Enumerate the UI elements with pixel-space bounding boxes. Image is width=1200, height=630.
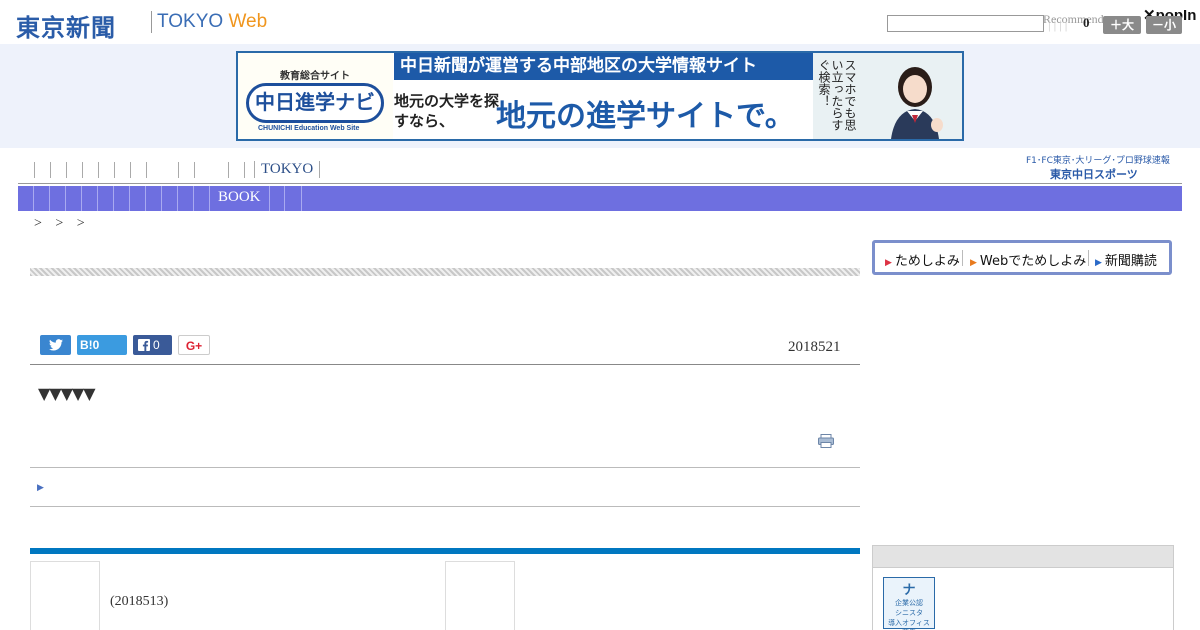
section-nav-item[interactable]: [177, 186, 178, 211]
twitter-icon: [48, 339, 63, 351]
related-article-thumbnail[interactable]: [30, 561, 100, 630]
trial-read-label: ためしよみ: [894, 254, 960, 269]
title-hatch-bar: [30, 268, 860, 276]
header-separators: ||||: [1048, 17, 1071, 32]
facebook-share-button[interactable]: 0: [133, 335, 172, 355]
divider: [30, 506, 860, 507]
category-nav-item[interactable]: [228, 162, 229, 178]
category-nav-item[interactable]: [98, 162, 99, 178]
blue-triangle-icon: ▶: [1095, 258, 1102, 268]
office-badge-mark: ナ: [902, 583, 916, 598]
office-badge-line3: 導入オフィス: [888, 619, 930, 627]
ad-headline: 中日新聞が運営する中部地区の大学情報サイト: [394, 53, 813, 80]
print-icon[interactable]: [818, 434, 834, 448]
ad-logo-area: 教育総合サイト 中日進学ナビ CHUNICHI Education Web Si…: [238, 53, 393, 139]
facebook-count: 0: [153, 338, 160, 352]
category-nav-item[interactable]: [244, 162, 245, 178]
section-nav-book[interactable]: BOOK: [218, 189, 261, 206]
section-nav-item[interactable]: [269, 186, 270, 211]
newspaper-subscribe-link[interactable]: ▶ 新聞購読: [1095, 250, 1157, 269]
ad-copy: 地元の大学を探すなら、 地元の進学サイトで。: [394, 81, 813, 139]
search-input[interactable]: [887, 15, 1044, 32]
section-nav-item[interactable]: [33, 186, 34, 211]
sports-link-tagline[interactable]: F1･FC東京･大リーグ･プロ野球速報: [1026, 153, 1170, 166]
category-nav: TOKYO: [18, 158, 1182, 184]
trial-read-link[interactable]: ▶ ためしよみ: [885, 250, 960, 269]
site-logo-en[interactable]: TOKYO Web: [157, 11, 267, 33]
site-header: 東京新聞 TOKYO Web Recommend |||| 0 ✕popIn ＋…: [0, 0, 1200, 44]
section-nav-item[interactable]: [65, 186, 66, 211]
facebook-icon: [138, 339, 150, 351]
subscription-divider: [1088, 250, 1089, 266]
ad-small-copy: 地元の大学を探すなら、: [394, 92, 500, 130]
hatena-bookmark-button[interactable]: B!0: [77, 335, 127, 355]
category-nav-item[interactable]: [114, 162, 115, 178]
section-nav-item[interactable]: [161, 186, 162, 211]
related-link-arrow-icon[interactable]: ▶: [37, 482, 44, 493]
category-nav-item[interactable]: [194, 162, 195, 178]
logo-divider: [151, 11, 152, 33]
logo-en-web: Web: [228, 11, 268, 32]
ad-banner[interactable]: 教育総合サイト 中日進学ナビ CHUNICHI Education Web Si…: [236, 51, 964, 141]
subscription-box: ▶ ためしよみ ▶ Webでためしよみ ▶ 新聞購読: [872, 240, 1172, 275]
related-article-date: (2018513): [110, 594, 169, 609]
ad-logo-en: CHUNICHI Education Web Site: [258, 125, 360, 132]
section-nav-item[interactable]: [284, 186, 285, 211]
sports-link-title[interactable]: 東京中日スポーツ: [1050, 166, 1138, 182]
site-logo-jp[interactable]: 東京新聞: [16, 8, 116, 43]
divider: [30, 467, 860, 468]
section-nav-item[interactable]: [145, 186, 146, 211]
section-nav-item[interactable]: [193, 186, 194, 211]
side-panel-header: [873, 546, 1173, 568]
related-article-thumbnail[interactable]: [445, 561, 515, 630]
ad-logo: 中日進学ナビ: [246, 83, 384, 123]
twitter-share-button[interactable]: [40, 335, 71, 355]
category-nav-item[interactable]: [130, 162, 131, 178]
category-nav-tokyo[interactable]: TOKYO: [254, 161, 321, 178]
newspaper-subscribe-label: 新聞購読: [1104, 254, 1157, 269]
office-badge-line2: シニスタ: [895, 609, 923, 617]
ad-sub-label: 教育総合サイト: [280, 71, 350, 82]
font-size-small-button[interactable]: －小: [1146, 16, 1182, 34]
orange-triangle-icon: ▶: [970, 258, 977, 268]
logo-en-prefix: TOKYO: [157, 11, 229, 32]
section-nav-item[interactable]: [49, 186, 50, 211]
font-size-large-button[interactable]: ＋大: [1103, 16, 1141, 34]
article-date: 2018521: [788, 339, 841, 355]
category-nav-item[interactable]: [34, 162, 35, 178]
category-nav-item[interactable]: [66, 162, 67, 178]
ad-photo-area: スマホでも思い立ったらすぐ検索！: [813, 53, 962, 139]
section-nav-item[interactable]: [113, 186, 114, 211]
ad-vertical-copy: スマホでも思い立ったらすぐ検索！: [817, 59, 857, 131]
red-triangle-icon: ▶: [885, 258, 892, 268]
section-nav: BOOK: [18, 186, 1182, 211]
category-nav-item[interactable]: [82, 162, 83, 178]
header-count: 0: [1083, 15, 1090, 30]
section-nav-item[interactable]: [129, 186, 130, 211]
side-office-badge[interactable]: ナ 企業公認 シニスタ 導入オフィス 募集: [883, 577, 935, 630]
ad-big-copy: 地元の進学サイトで。: [496, 99, 795, 134]
google-plus-button[interactable]: G+: [178, 335, 210, 355]
section-nav-item[interactable]: [81, 186, 82, 211]
side-panel: ナ 企業公認 シニスタ 導入オフィス 募集: [872, 545, 1174, 630]
web-trial-read-link[interactable]: ▶ Webでためしよみ: [970, 250, 1086, 269]
category-nav-item[interactable]: [50, 162, 51, 178]
office-badge-line1: 企業公認: [895, 599, 923, 607]
category-nav-item[interactable]: [178, 162, 179, 178]
subscription-divider: [962, 250, 963, 266]
section-nav-item[interactable]: [301, 186, 302, 211]
article-photo-markers: ▼▼▼▼▼: [38, 384, 96, 403]
divider: [30, 364, 860, 365]
breadcrumb[interactable]: > > >: [34, 216, 85, 232]
section-nav-item[interactable]: [97, 186, 98, 211]
web-trial-read-label: Webでためしよみ: [979, 254, 1087, 269]
section-nav-item[interactable]: [209, 186, 210, 211]
category-nav-item[interactable]: [146, 162, 147, 178]
related-articles-bar: [30, 548, 860, 554]
student-photo-icon: [873, 59, 953, 139]
